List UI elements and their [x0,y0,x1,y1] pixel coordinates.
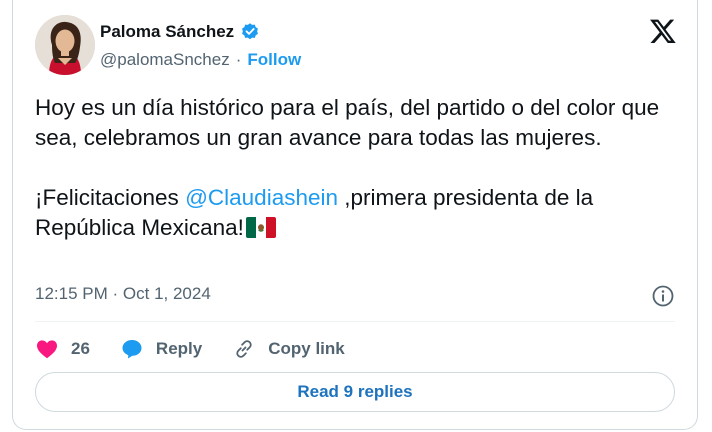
tweet-timestamp[interactable]: 12:15 PM · Oct 1, 2024 [35,284,211,304]
meta-separator: · [112,284,119,303]
tweet-time: 12:15 PM [35,284,108,303]
divider [35,321,675,322]
tweet-text: Hoy es un día histórico para el país, de… [35,93,675,243]
tweet-date: Oct 1, 2024 [122,284,211,303]
reply-button[interactable]: Reply [120,337,202,361]
reply-bubble-icon [122,340,142,359]
reply-label: Reply [155,339,203,358]
like-count: 26 [71,339,90,358]
like-button[interactable]: 26 [35,337,90,361]
handle-separator: · [235,50,242,69]
link-icon [236,340,252,358]
info-icon[interactable] [651,284,675,308]
author-name[interactable]: Paloma Sánchez [100,22,234,42]
avatar[interactable] [35,15,95,75]
mexico-flag-icon [245,216,276,238]
heart-icon [37,340,57,359]
avatar-image [35,15,95,75]
author-handle[interactable]: @palomaSnchez [100,50,230,70]
read-replies-label: Read 9 replies [297,382,413,401]
verified-badge-icon [240,22,260,42]
author-handle-row: @palomaSnchez · Follow [100,50,301,70]
copy-link-button[interactable]: Copy link [232,337,345,361]
tweet-card: Paloma Sánchez @palomaSnchez · Follow Ho… [12,0,698,430]
author-name-row: Paloma Sánchez [100,22,260,42]
read-replies-button[interactable]: Read 9 replies [35,372,675,412]
x-logo-icon[interactable] [649,17,677,45]
follow-button[interactable]: Follow [247,50,301,70]
copy-link-label: Copy link [268,339,345,358]
tweet-actions: 26 Reply Copy link [35,334,375,364]
mention-link[interactable]: @Claudiashein [185,185,338,210]
